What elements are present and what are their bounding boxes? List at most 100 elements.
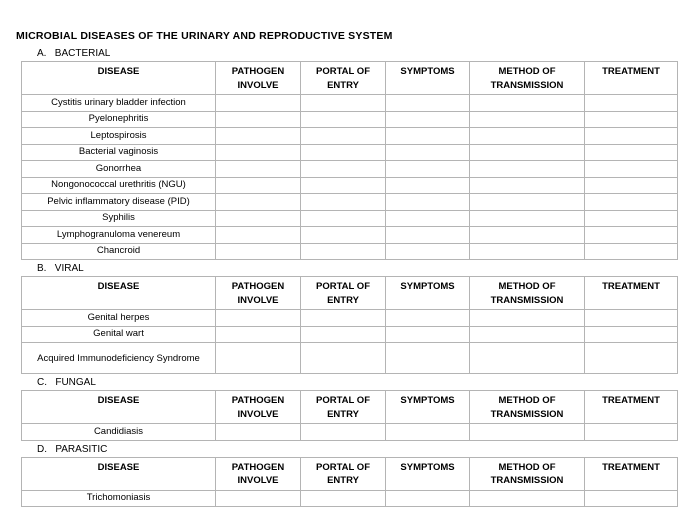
portal-cell[interactable] (300, 127, 386, 145)
column-header-method-line1: METHOD OF (498, 281, 556, 292)
table-row: Pelvic inflammatory disease (PID) (21, 193, 678, 211)
portal-cell[interactable] (300, 423, 386, 441)
column-header-method: METHOD OF TRANSMISSION (469, 276, 585, 310)
pathogen-cell[interactable] (215, 242, 301, 260)
symptoms-cell[interactable] (385, 110, 470, 128)
method-cell[interactable] (469, 176, 585, 194)
pathogen-cell[interactable] (215, 127, 301, 145)
portal-cell[interactable] (300, 309, 386, 327)
method-cell[interactable] (469, 110, 585, 128)
symptoms-cell[interactable] (385, 127, 470, 145)
column-header-method-line2: TRANSMISSION (490, 294, 564, 306)
treatment-cell[interactable] (584, 143, 678, 161)
column-header-treatment: TREATMENT (584, 276, 678, 310)
pathogen-cell[interactable] (215, 94, 301, 112)
portal-cell[interactable] (300, 110, 386, 128)
column-header-pathogen-line1: PATHOGEN (231, 461, 285, 473)
symptoms-cell[interactable] (385, 342, 470, 374)
pathogen-cell[interactable] (215, 423, 301, 441)
disease-name: Trichomoniasis (21, 489, 216, 507)
table-bacterial: DISEASE PATHOGEN INVOLVE PORTAL OF ENTRY S… (21, 61, 678, 260)
table-row: Cystitis urinary bladder infection (21, 94, 678, 112)
portal-cell[interactable] (300, 160, 386, 178)
column-header-pathogen-line1: PATHOGEN (231, 281, 285, 292)
symptoms-cell[interactable] (385, 423, 470, 441)
column-header-treatment: TREATMENT (584, 390, 678, 424)
column-header-portal-line2: ENTRY (327, 408, 359, 420)
method-cell[interactable] (469, 226, 585, 244)
pathogen-cell[interactable] (215, 342, 301, 374)
method-cell[interactable] (469, 309, 585, 327)
pathogen-cell[interactable] (215, 193, 301, 211)
treatment-cell[interactable] (584, 94, 678, 112)
pathogen-cell[interactable] (215, 160, 301, 178)
treatment-cell[interactable] (584, 242, 678, 260)
table-row: Genital herpes (21, 309, 678, 327)
disease-name: Genital herpes (21, 309, 216, 327)
portal-cell[interactable] (300, 489, 386, 507)
symptoms-cell[interactable] (385, 193, 470, 211)
pathogen-cell[interactable] (215, 309, 301, 327)
treatment-cell[interactable] (584, 110, 678, 128)
portal-cell[interactable] (300, 325, 386, 343)
column-header-method-line1: METHOD OF (498, 461, 556, 473)
column-header-portal-line1: PORTAL OF (315, 395, 370, 406)
symptoms-cell[interactable] (385, 176, 470, 194)
disease-name: Acquired Immunodeficiency Syndrome (21, 342, 216, 374)
symptoms-cell[interactable] (385, 489, 470, 507)
pathogen-cell[interactable] (215, 489, 301, 507)
pathogen-cell[interactable] (215, 325, 301, 343)
treatment-cell[interactable] (584, 489, 678, 507)
portal-cell[interactable] (300, 226, 386, 244)
pathogen-cell[interactable] (215, 226, 301, 244)
portal-cell[interactable] (300, 342, 386, 374)
pathogen-cell[interactable] (215, 143, 301, 161)
method-cell[interactable] (469, 489, 585, 507)
portal-cell[interactable] (300, 176, 386, 194)
treatment-cell[interactable] (584, 325, 678, 343)
disease-name: Pelvic inflammatory disease (PID) (21, 193, 216, 211)
pathogen-cell[interactable] (215, 110, 301, 128)
method-cell[interactable] (469, 193, 585, 211)
portal-cell[interactable] (300, 143, 386, 161)
portal-cell[interactable] (300, 94, 386, 112)
portal-cell[interactable] (300, 242, 386, 260)
method-cell[interactable] (469, 94, 585, 112)
treatment-cell[interactable] (584, 309, 678, 327)
section-label-parasitic: D. PARASITIC (37, 443, 108, 455)
symptoms-cell[interactable] (385, 94, 470, 112)
treatment-cell[interactable] (584, 193, 678, 211)
disease-name: Leptospirosis (21, 127, 216, 145)
pathogen-cell[interactable] (215, 209, 301, 227)
treatment-cell[interactable] (584, 176, 678, 194)
treatment-cell[interactable] (584, 160, 678, 178)
treatment-cell[interactable] (584, 342, 678, 374)
symptoms-cell[interactable] (385, 325, 470, 343)
table-row: Pyelonephritis (21, 110, 678, 128)
column-header-pathogen-line2: INVOLVE (237, 294, 279, 306)
treatment-cell[interactable] (584, 226, 678, 244)
method-cell[interactable] (469, 342, 585, 374)
treatment-cell[interactable] (584, 209, 678, 227)
symptoms-cell[interactable] (385, 143, 470, 161)
method-cell[interactable] (469, 423, 585, 441)
table-row: Genital wart (21, 325, 678, 343)
treatment-cell[interactable] (584, 127, 678, 145)
symptoms-cell[interactable] (385, 242, 470, 260)
symptoms-cell[interactable] (385, 160, 470, 178)
portal-cell[interactable] (300, 193, 386, 211)
symptoms-cell[interactable] (385, 309, 470, 327)
method-cell[interactable] (469, 325, 585, 343)
treatment-cell[interactable] (584, 423, 678, 441)
method-cell[interactable] (469, 242, 585, 260)
column-header-symptoms: SYMPTOMS (385, 61, 470, 95)
pathogen-cell[interactable] (215, 176, 301, 194)
symptoms-cell[interactable] (385, 209, 470, 227)
method-cell[interactable] (469, 209, 585, 227)
method-cell[interactable] (469, 143, 585, 161)
method-cell[interactable] (469, 160, 585, 178)
symptoms-cell[interactable] (385, 226, 470, 244)
column-header-portal: PORTAL OF ENTRY (300, 61, 386, 95)
method-cell[interactable] (469, 127, 585, 145)
portal-cell[interactable] (300, 209, 386, 227)
